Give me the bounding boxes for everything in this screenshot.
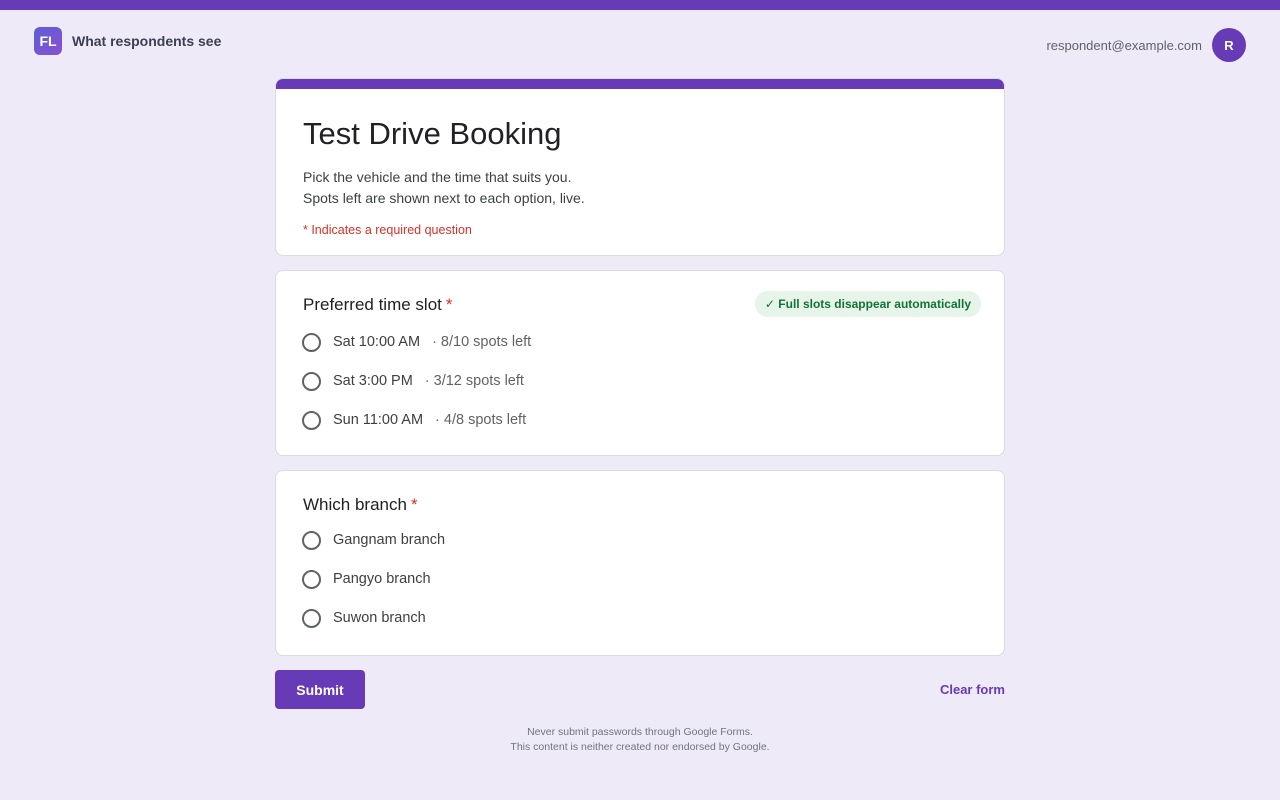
required-marker: * — [410, 495, 418, 514]
submit-button[interactable]: Submit — [275, 670, 365, 709]
option-spots-left: · 3/12 spots left — [424, 373, 524, 389]
option-label: Pangyo branch — [333, 571, 431, 587]
option-label: Sun 11:00 AM — [333, 412, 424, 428]
question-title: Preferred time slot * — [303, 295, 453, 315]
radio-option-pangyo[interactable]: Pangyo branch — [302, 567, 431, 591]
form-description: Pick the vehicle and the time that suits… — [303, 167, 585, 209]
status-badge: ✓ Full slots disappear automatically — [754, 291, 981, 317]
account-email: respondent@example.com — [1046, 37, 1202, 53]
radio-circle-icon[interactable] — [302, 569, 321, 589]
question-title-text: Preferred time slot — [303, 295, 442, 314]
app-title: What respondents see — [72, 33, 222, 49]
radio-circle-icon[interactable] — [302, 332, 321, 352]
footer-line: Never submit passwords through Google Fo… — [527, 726, 753, 738]
radio-option-gangnam[interactable]: Gangnam branch — [302, 528, 445, 552]
option-spots-left: · 8/10 spots left — [432, 334, 532, 350]
radio-circle-icon[interactable] — [302, 410, 321, 430]
question-card-branch: Which branch * Gangnam branch Pangyo bran… — [275, 470, 1005, 656]
footer-line: This content is neither created nor endo… — [510, 741, 770, 753]
radio-option-suwon[interactable]: Suwon branch — [302, 606, 426, 630]
option-label: Gangnam branch — [333, 532, 446, 548]
clear-form-button[interactable]: Clear form — [940, 682, 1005, 697]
question-title-text: Which branch — [303, 495, 407, 514]
header-accent-bar — [276, 79, 1004, 89]
radio-circle-icon[interactable] — [302, 608, 321, 628]
radio-option-sat-3pm[interactable]: Sat 3:00 PM · 3/12 spots left — [302, 369, 524, 393]
radio-circle-icon[interactable] — [302, 371, 321, 391]
form-header-card: Test Drive Booking Pick the vehicle and … — [275, 78, 1005, 256]
avatar[interactable]: R — [1212, 28, 1246, 62]
form-title: Test Drive Booking — [303, 116, 562, 151]
account-area: respondent@example.com R — [1046, 28, 1246, 62]
question-card-time-slot: Preferred time slot * ✓ Full slots disapp… — [275, 270, 1005, 456]
option-label: Sat 10:00 AM — [333, 334, 421, 350]
radio-option-sun-11am[interactable]: Sun 11:00 AM · 4/8 spots left — [302, 408, 526, 432]
app-brand: FL What respondents see — [34, 27, 221, 55]
option-label: Suwon branch — [333, 610, 426, 626]
top-accent-bar — [0, 0, 1280, 10]
form-description-line: Pick the vehicle and the time that suits… — [303, 169, 572, 185]
app-logo: FL — [34, 27, 62, 55]
option-label: Sat 3:00 PM — [333, 373, 413, 389]
required-marker: * — [445, 295, 453, 314]
required-note: * Indicates a required question — [303, 223, 472, 237]
option-spots-left: · 4/8 spots left — [435, 412, 527, 428]
question-title: Which branch * — [303, 495, 418, 515]
form-description-line: Spots left are shown next to each option… — [303, 190, 585, 206]
radio-option-sat-10am[interactable]: Sat 10:00 AM · 8/10 spots left — [302, 330, 531, 354]
footer-disclaimer: Never submit passwords through Google Fo… — [0, 725, 1280, 755]
radio-circle-icon[interactable] — [302, 530, 321, 550]
